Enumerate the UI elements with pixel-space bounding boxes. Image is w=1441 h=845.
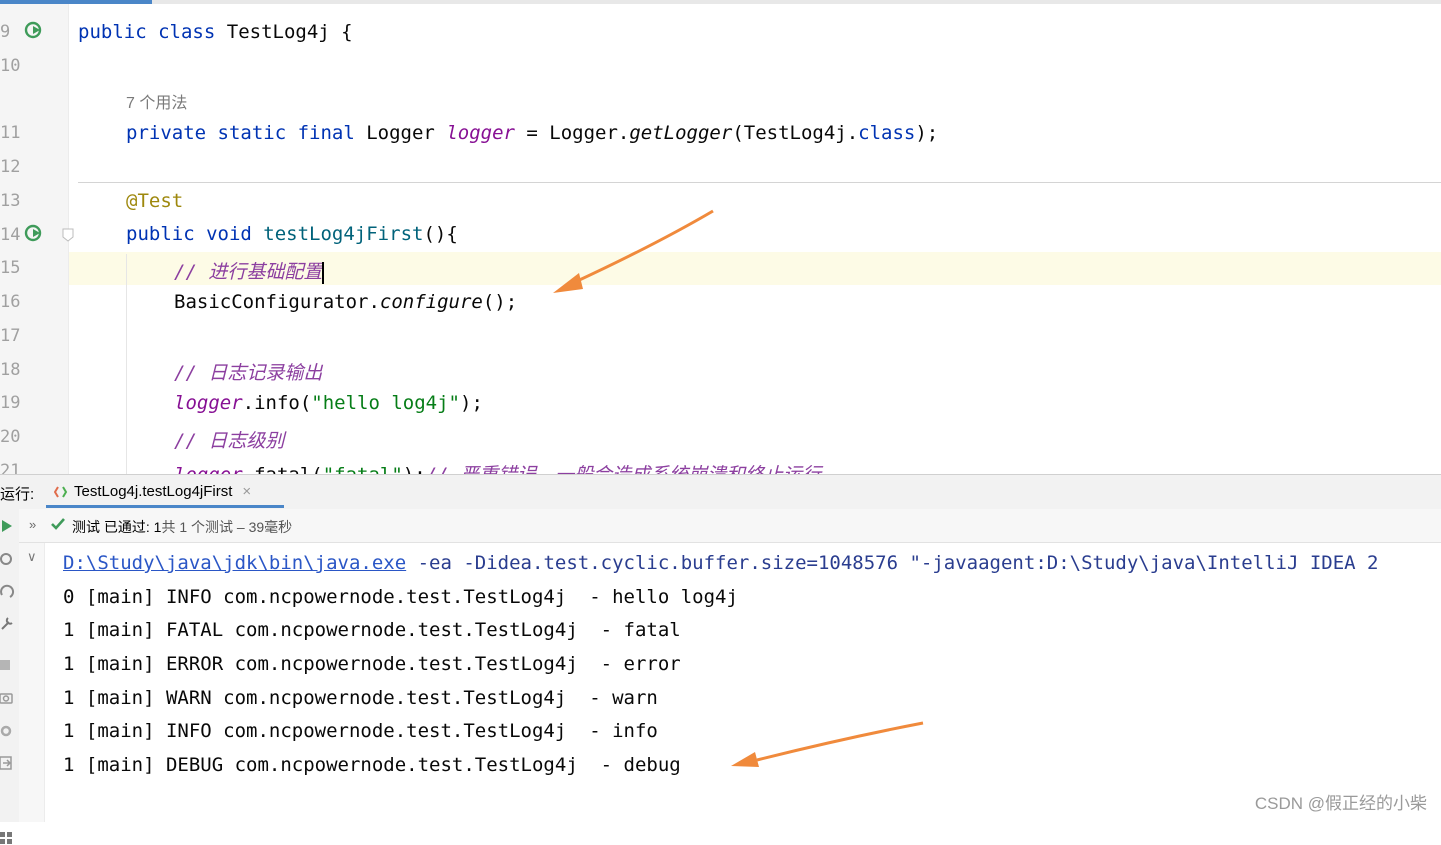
line-number: 21: [0, 461, 21, 474]
method-separator: [78, 182, 1441, 183]
code-line-comment-basic: // 进行基础配置: [174, 261, 325, 284]
code-line-method-decl: public void testLog4jFirst(){: [126, 223, 458, 245]
run-left-toolbar: [0, 509, 20, 844]
rerun-failed-icon[interactable]: [0, 551, 16, 567]
line-number: 9: [0, 22, 11, 42]
run-tool-header: 运行: TestLog4j.testLog4jFirst ×: [0, 474, 1441, 509]
toggle-auto-test-icon[interactable]: [0, 583, 16, 599]
java-exe-link[interactable]: D:\Study\java\jdk\bin\java.exe: [63, 552, 406, 574]
line-number: 19: [0, 393, 21, 413]
line-number: 12: [0, 157, 21, 177]
chevron-down-icon[interactable]: ∨: [27, 549, 37, 565]
line-number: 18: [0, 360, 21, 380]
rerun-icon[interactable]: [0, 518, 16, 534]
code-editor[interactable]: 9 10 11 12 13 14 15 16 17 18 19 20 21 pu…: [0, 0, 1441, 474]
line-number: 10: [0, 56, 21, 76]
line-number: 13: [0, 191, 21, 211]
line-number: 17: [0, 326, 21, 346]
console-output-line: 1 [main] ERROR com.ncpowernode.test.Test…: [63, 653, 681, 675]
code-line-annotation: @Test: [126, 190, 184, 212]
usage-hint[interactable]: 7 个用法: [126, 89, 187, 113]
check-icon: [51, 518, 65, 530]
line-number: 15: [0, 258, 21, 278]
run-tab-underline: [46, 505, 284, 508]
watermark: CSDN @假正经的小柴: [1254, 794, 1427, 813]
code-line-fatal: logger.fatal("fatal");// 严重错误，一般会造成系统崩溃和…: [174, 460, 821, 474]
expand-toolbar-icon[interactable]: »: [29, 517, 36, 532]
indent-guide: [126, 254, 127, 474]
code-line-configure: BasicConfigurator.configure();: [174, 291, 518, 313]
exit-icon[interactable]: [0, 755, 16, 771]
annotation-arrow-console: [731, 721, 924, 767]
run-config-tab[interactable]: TestLog4j.testLog4jFirst ×: [46, 475, 259, 508]
run-test-class-icon[interactable]: [24, 21, 44, 41]
fold-marker-icon[interactable]: [62, 228, 74, 242]
wrench-icon[interactable]: [0, 615, 16, 631]
console-output-line: 1 [main] INFO com.ncpowernode.test.TestL…: [63, 720, 658, 742]
text-caret: [322, 261, 325, 284]
gear-icon[interactable]: [0, 723, 16, 739]
console-output-line: 1 [main] FATAL com.ncpowernode.test.Test…: [63, 619, 681, 641]
annotation-arrow-editor: [553, 209, 714, 293]
code-line-class-decl: public class TestLog4j {: [78, 21, 353, 43]
console-gutter: ∨: [19, 543, 45, 822]
line-number: 16: [0, 292, 21, 312]
camera-icon[interactable]: [0, 689, 16, 705]
code-line-comment-log: // 日志记录输出: [174, 362, 323, 384]
code-line-info: logger.info("hello log4j");: [174, 392, 483, 414]
console-output-line: 1 [main] DEBUG com.ncpowernode.test.Test…: [63, 754, 681, 776]
test-diamond-icon: [54, 485, 68, 498]
run-tab-title: TestLog4j.testLog4jFirst: [74, 483, 233, 500]
test-status-text: 测试 已通过: 1共 1 个测试 – 39毫秒: [72, 519, 293, 535]
console-command-line: D:\Study\java\jdk\bin\java.exe -ea -Dide…: [63, 552, 1379, 574]
console-output-line: 0 [main] INFO com.ncpowernode.test.TestL…: [63, 586, 738, 608]
layout-icon[interactable]: [0, 829, 16, 845]
code-line-logger-decl: private static final Logger logger = Log…: [126, 122, 939, 144]
stop-icon[interactable]: [0, 657, 16, 673]
run-tool-window: 运行: TestLog4j.testLog4jFirst × » 测试 已通过:…: [0, 474, 1441, 844]
code-line-comment-level: // 日志级别: [174, 430, 285, 452]
line-number: 20: [0, 427, 21, 447]
line-number: 14: [0, 225, 21, 245]
test-status-bar: » 测试 已通过: 1共 1 个测试 – 39毫秒: [19, 509, 1441, 543]
run-test-method-icon[interactable]: [24, 224, 44, 244]
console-output-line: 1 [main] WARN com.ncpowernode.test.TestL…: [63, 687, 658, 709]
run-label: 运行:: [0, 486, 35, 503]
close-icon[interactable]: ×: [242, 483, 251, 500]
line-number: 11: [0, 123, 21, 143]
editor-tab-strip: [152, 0, 1441, 4]
